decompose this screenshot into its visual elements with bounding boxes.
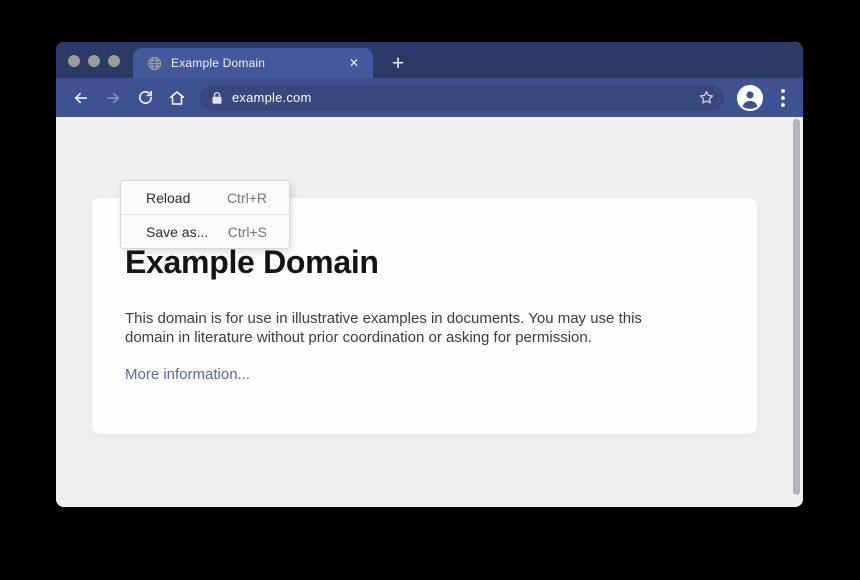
browser-menu-button[interactable] <box>776 85 790 111</box>
page-content-area: Reload Ctrl+R Save as... Ctrl+S Example … <box>56 117 803 507</box>
page-paragraph: This domain is for use in illustrative e… <box>125 309 724 347</box>
paragraph-line: This domain is for use in illustrative e… <box>125 309 724 328</box>
url-text: example.com <box>232 90 312 105</box>
context-menu-item-save-as[interactable]: Save as... Ctrl+S <box>121 214 289 248</box>
globe-favicon-icon <box>147 56 162 71</box>
back-button[interactable] <box>68 85 94 111</box>
user-icon <box>737 85 763 111</box>
bookmark-star-button[interactable] <box>696 88 716 108</box>
lock-icon <box>211 91 223 105</box>
titlebar: Example Domain ✕ + <box>56 42 803 78</box>
window-close-button[interactable] <box>68 55 80 67</box>
traffic-lights <box>68 55 120 67</box>
paragraph-line: domain in literature without prior coord… <box>125 328 724 347</box>
kebab-menu-icon <box>781 89 785 107</box>
more-information-link[interactable]: More information... <box>125 366 250 383</box>
menu-item-label: Reload <box>146 190 190 206</box>
context-menu-item-reload[interactable]: Reload Ctrl+R <box>121 181 289 214</box>
tab-close-button[interactable]: ✕ <box>345 54 363 72</box>
reload-icon <box>137 89 154 106</box>
menu-item-shortcut: Ctrl+S <box>228 224 267 240</box>
forward-icon <box>104 89 122 107</box>
page-title: Example Domain <box>125 244 724 281</box>
tab-title: Example Domain <box>171 56 265 70</box>
browser-window: Example Domain ✕ + <box>56 42 803 507</box>
home-button[interactable] <box>164 85 190 111</box>
address-bar[interactable]: example.com <box>200 85 724 111</box>
menu-item-shortcut: Ctrl+R <box>227 190 267 206</box>
home-icon <box>168 89 186 107</box>
star-icon <box>698 89 715 106</box>
toolbar: example.com <box>56 78 803 117</box>
context-menu: Reload Ctrl+R Save as... Ctrl+S <box>120 180 290 249</box>
window-minimize-button[interactable] <box>88 55 100 67</box>
profile-button[interactable] <box>737 85 763 111</box>
new-tab-button[interactable]: + <box>386 51 410 75</box>
window-zoom-button[interactable] <box>108 55 120 67</box>
tab-example-domain[interactable]: Example Domain ✕ <box>133 48 373 78</box>
reload-button[interactable] <box>132 85 158 111</box>
forward-button[interactable] <box>100 85 126 111</box>
menu-item-label: Save as... <box>146 224 208 240</box>
back-icon <box>72 89 90 107</box>
scrollbar-thumb[interactable] <box>793 119 800 495</box>
